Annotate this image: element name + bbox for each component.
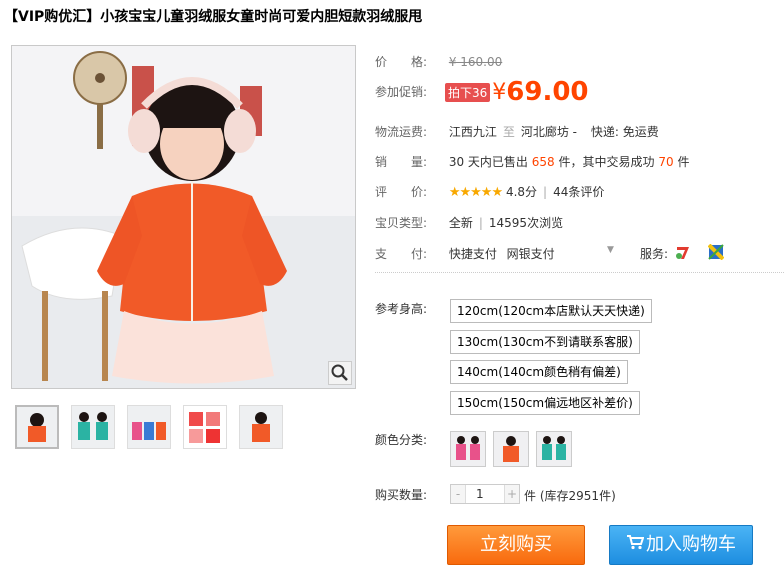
promo-row: 参加促销: 拍下36 ¥69.00 <box>375 77 589 107</box>
thumbnail[interactable] <box>239 405 283 449</box>
add-to-cart-button[interactable]: 加入购物车 <box>609 525 753 565</box>
type-label: 宝贝类型: <box>375 216 428 230</box>
sales-prefix: 30 天内已售出 <box>448 155 528 169</box>
buy-now-button[interactable]: 立刻购买 <box>447 525 585 565</box>
item-condition: 全新 <box>448 216 473 230</box>
sales-suffix: 件 <box>677 155 690 169</box>
type-row: 宝贝类型: 全新 | 14595次浏览 <box>375 216 564 230</box>
promo-tag: 拍下36 <box>445 82 491 102</box>
shipping-row: 物流运费: 江西九江至河北廊坊 - 快递: 免运费 <box>375 123 659 140</box>
star-rating-icon: ★★★★★ <box>448 185 503 200</box>
sales-count: 658 <box>531 155 555 169</box>
color-label: 颜色分类: <box>375 433 428 447</box>
sales-label: 销 量: <box>375 155 428 169</box>
color-option-green[interactable] <box>536 431 572 467</box>
quantity-increase-button[interactable]: + <box>505 485 519 503</box>
payment-method-bank: 网银支付 <box>506 247 555 261</box>
seven-day-return-icon[interactable] <box>675 244 691 263</box>
promo-label: 参加促销: <box>375 84 428 99</box>
payment-dropdown-icon[interactable]: ▼ <box>607 245 614 255</box>
price-row: 价 格: ¥ 160.00 <box>375 53 502 70</box>
size-option-130[interactable]: 130cm(130cm不到请联系客服) <box>450 330 640 354</box>
size-option-150[interactable]: 150cm(150cm偏远地区补差价) <box>450 391 640 415</box>
view-count: 14595次浏览 <box>488 216 564 230</box>
payment-label: 支 付: <box>375 247 428 261</box>
divider <box>375 272 784 273</box>
main-product-image[interactable] <box>11 45 356 389</box>
cart-icon <box>626 526 645 564</box>
quantity-label: 购买数量: <box>375 488 428 502</box>
shipping-from: 江西九江 <box>448 125 497 139</box>
sales-mid: 件，其中交易成功 <box>558 155 655 169</box>
sales-success-count: 70 <box>658 155 674 169</box>
review-count-link[interactable]: 44条评价 <box>553 185 604 199</box>
rating-row: 评 价: ★★★★★ 4.8分 | 44条评价 <box>375 185 605 200</box>
rating-label: 评 价: <box>375 185 428 199</box>
guarantee-icon[interactable] <box>707 243 725 263</box>
zoom-icon[interactable] <box>328 361 352 385</box>
payment-method-express: 快捷支付 <box>448 247 497 261</box>
product-info-panel: 价 格: ¥ 160.00 参加促销: 拍下36 ¥69.00 物流运费: 江西九江… <box>375 0 784 575</box>
sales-row: 销 量: 30 天内已售出 658 件，其中交易成功 70 件 <box>375 153 689 170</box>
payment-row: 支 付: 快捷支付 网银支付 ▼ 服务: <box>375 243 784 263</box>
quantity-decrease-button[interactable]: - <box>451 485 465 503</box>
thumbnail[interactable] <box>127 405 171 449</box>
thumbnail-strip <box>15 405 283 449</box>
promo-price: 69.00 <box>506 77 589 107</box>
thumbnail[interactable] <box>71 405 115 449</box>
currency-symbol: ¥ <box>492 79 507 105</box>
stock-info: 件 (库存2951件) <box>524 487 616 504</box>
add-to-cart-label: 加入购物车 <box>646 534 736 555</box>
shipping-label: 物流运费: <box>375 125 428 139</box>
price-label: 价 格: <box>375 55 428 69</box>
rating-score: 4.8分 <box>505 185 538 199</box>
color-option-pink[interactable] <box>450 431 486 467</box>
shipping-method: 快递: 免运费 <box>590 125 659 139</box>
size-option-120[interactable]: 120cm(120cm本店默认天天快递) <box>450 299 652 323</box>
quantity-input[interactable]: 1 <box>465 485 505 503</box>
shipping-sep: 至 <box>502 125 515 139</box>
color-option-orange[interactable] <box>493 431 529 467</box>
thumbnail[interactable] <box>183 405 227 449</box>
service-label: 服务: <box>640 247 669 261</box>
quantity-stepper: - 1 + <box>450 484 520 504</box>
size-label: 参考身高: <box>375 302 428 316</box>
quantity-unit: 件 <box>524 489 537 503</box>
shipping-destination[interactable]: 河北廊坊 - <box>521 125 577 139</box>
original-price: ¥ 160.00 <box>448 55 503 69</box>
stock-count: (库存2951件) <box>539 489 616 503</box>
thumbnail[interactable] <box>15 405 59 449</box>
size-option-140[interactable]: 140cm(140cm颜色稍有偏差) <box>450 360 628 384</box>
